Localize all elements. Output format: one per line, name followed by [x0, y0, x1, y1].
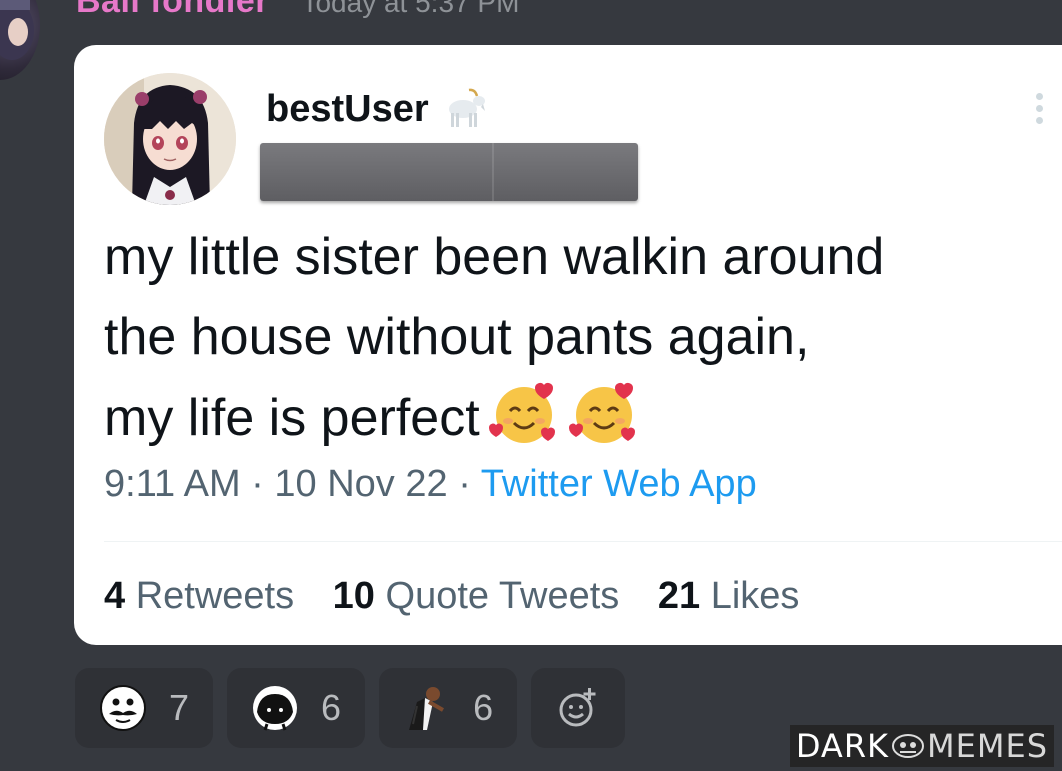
- smiling-face-with-hearts-icon: [568, 377, 640, 449]
- tweet-text-line-content: my life is perfect: [104, 389, 480, 447]
- tweet-text-line: the house without pants again,: [104, 308, 810, 366]
- display-name-text: bestUser: [266, 87, 429, 130]
- divider: [104, 541, 1062, 542]
- reaction-dark-blob[interactable]: 6: [227, 668, 366, 748]
- smiling-face-with-hearts-icon: [488, 377, 560, 449]
- reaction-count: 6: [321, 687, 342, 728]
- mustache-face-emoji-icon: [100, 685, 146, 731]
- retweets-label: Retweets: [135, 575, 295, 617]
- tweet-display-name[interactable]: bestUser: [266, 87, 489, 131]
- reaction-suit-man[interactable]: 6: [379, 668, 518, 748]
- more-options-icon[interactable]: [1034, 93, 1044, 129]
- reactions-bar: 7 6 6: [75, 668, 626, 748]
- reaction-count: 6: [473, 687, 494, 728]
- retweets-stat[interactable]: 4 Retweets: [104, 575, 294, 617]
- message-header: Ball fondler Today at 5:37 PM: [76, 0, 519, 21]
- tweet-source-link[interactable]: Twitter Web App: [481, 463, 757, 505]
- tweet-screenshot[interactable]: bestUser my little sister been walkin ar…: [74, 45, 1062, 645]
- tweet-stats: 4 Retweets 10 Quote Tweets 21 Likes: [104, 575, 827, 618]
- tweet-avatar: [104, 73, 236, 205]
- likes-stat[interactable]: 21 Likes: [658, 575, 800, 617]
- redacted-handle: [260, 143, 638, 201]
- goat-icon: [439, 87, 489, 131]
- discord-chat: Ball fondler Today at 5:37 PM bestUser m…: [0, 0, 1062, 771]
- quotes-count: 10: [332, 575, 375, 617]
- separator: ·: [458, 463, 471, 505]
- author-avatar[interactable]: [0, 0, 40, 80]
- tweet-text-line: my little sister been walkin around: [104, 228, 885, 286]
- tweet-text: my little sister been walkin around the …: [104, 217, 1062, 458]
- tweet-time[interactable]: 9:11 AM: [104, 463, 241, 505]
- add-reaction-button[interactable]: [531, 668, 626, 748]
- message-timestamp: Today at 5:37 PM: [301, 0, 520, 18]
- tweet-text-line-with-emoji: my life is perfect: [104, 377, 1062, 458]
- quotes-label: Quote Tweets: [385, 575, 620, 617]
- quote-tweets-stat[interactable]: 10 Quote Tweets: [333, 575, 620, 617]
- likes-label: Likes: [710, 575, 800, 617]
- tweet-metadata: 9:11 AM · 10 Nov 22 · Twitter Web App: [104, 463, 757, 506]
- watermark-right: MEMES: [927, 727, 1048, 765]
- tweet-date[interactable]: 10 Nov 22: [274, 463, 447, 505]
- watermark: DARK MEMES: [789, 725, 1054, 767]
- separator: ·: [251, 463, 264, 505]
- reaction-mustache-face[interactable]: 7: [75, 668, 214, 748]
- suit-man-emoji-icon: [409, 687, 445, 730]
- watermark-logo-icon: [892, 734, 925, 758]
- message-author[interactable]: Ball fondler: [76, 0, 269, 20]
- retweets-count: 4: [104, 575, 126, 617]
- watermark-left: DARK: [795, 727, 890, 765]
- dark-blob-emoji-icon: [253, 686, 298, 731]
- add-reaction-icon: [559, 688, 596, 727]
- reaction-count: 7: [169, 687, 190, 728]
- likes-count: 21: [657, 575, 701, 617]
